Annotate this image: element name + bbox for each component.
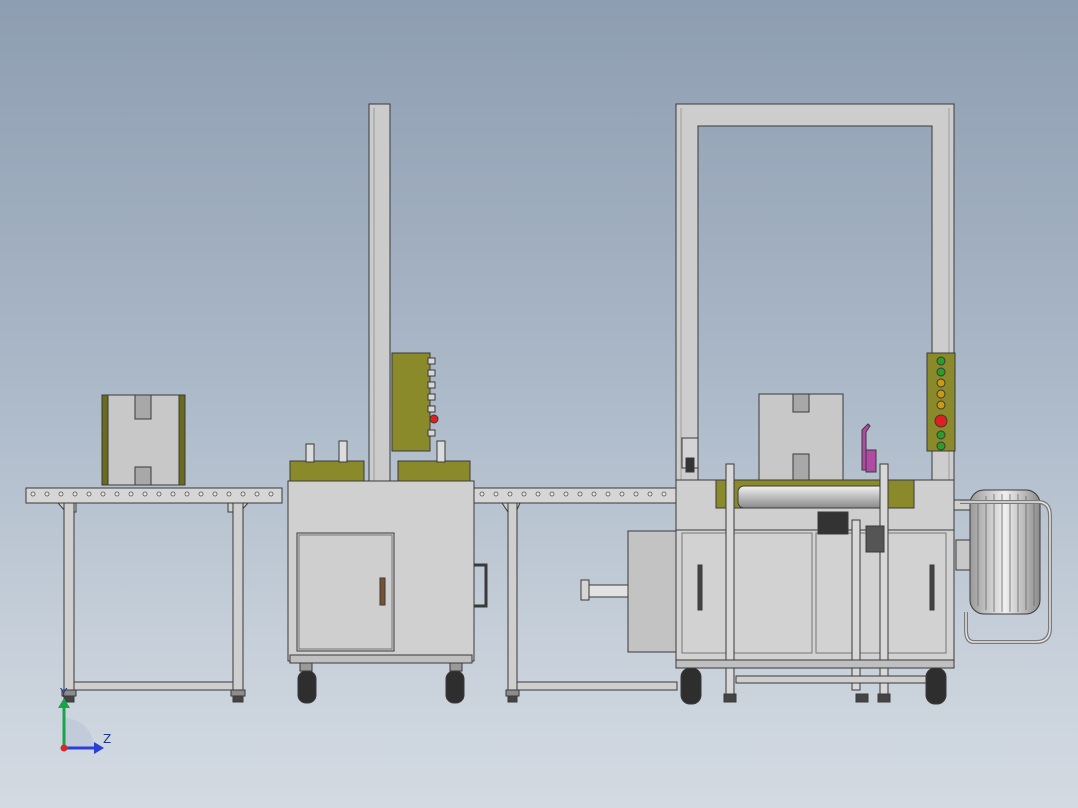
green-indicator-icon: [936, 430, 946, 440]
cad-viewport: Y Z: [0, 0, 1078, 808]
green-indicator-icon: [936, 441, 946, 451]
y-axis-label: Y: [60, 686, 68, 700]
machine-assembly-drawing: [25, 103, 1052, 754]
amber-indicator-icon: [936, 389, 946, 399]
green-indicator-icon: [936, 367, 946, 377]
z-axis-label: Z: [103, 732, 112, 746]
carton-in-arch: [758, 393, 844, 483]
emergency-stop-icon: [934, 414, 948, 428]
caster-wheels-strapper: [680, 667, 947, 705]
pneumatic-cylinder: [580, 530, 679, 653]
sealer-control-panel: [391, 352, 439, 452]
carton: [101, 394, 186, 486]
infeed-conveyor: [25, 487, 283, 703]
strap-coil-reel: [953, 489, 1052, 644]
caster-wheels: [297, 662, 465, 704]
emergency-stop-icon: [429, 414, 439, 424]
arch-control-panel: [926, 352, 956, 452]
axis-triad: [58, 698, 104, 754]
amber-indicator-icon: [936, 400, 946, 410]
top-sealer: [287, 103, 488, 704]
amber-indicator-icon: [936, 378, 946, 388]
green-indicator-icon: [936, 356, 946, 366]
